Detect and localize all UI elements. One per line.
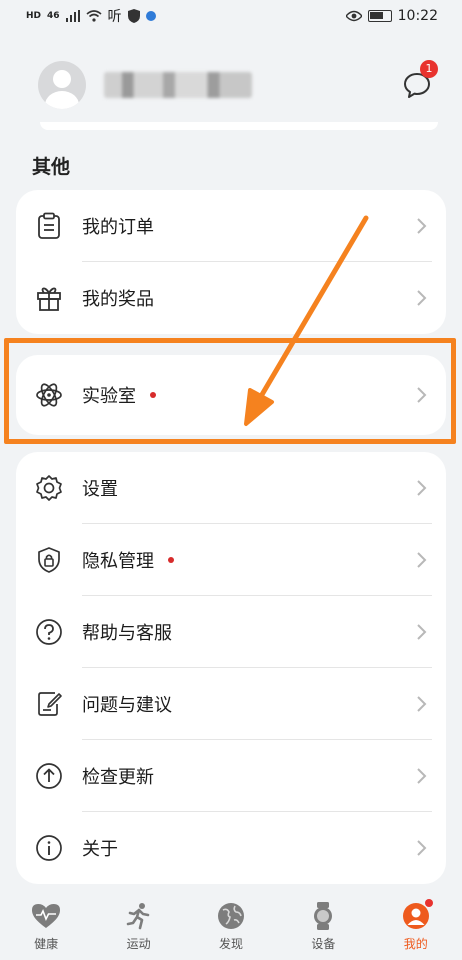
user-icon xyxy=(401,899,433,931)
heart-pulse-icon xyxy=(31,901,61,931)
nav-label: 运动 xyxy=(126,937,151,951)
nav-discover[interactable]: 发现 xyxy=(191,901,271,952)
nav-label: 健康 xyxy=(34,937,59,951)
nav-me[interactable]: 我的 xyxy=(376,899,456,952)
nav-label: 我的 xyxy=(403,937,428,951)
nav-label: 发现 xyxy=(218,937,243,951)
watch-icon xyxy=(308,901,338,931)
nav-health[interactable]: 健康 xyxy=(6,901,86,952)
bottom-nav: 健康 运动 发现 设备 我的 xyxy=(0,893,462,960)
nav-exercise[interactable]: 运动 xyxy=(99,901,179,952)
runner-icon xyxy=(124,901,154,931)
nav-label: 设备 xyxy=(311,937,336,951)
globe-icon xyxy=(216,901,246,931)
notification-dot xyxy=(424,899,433,907)
annotation-arrow-icon xyxy=(244,215,369,426)
nav-devices[interactable]: 设备 xyxy=(283,901,363,952)
